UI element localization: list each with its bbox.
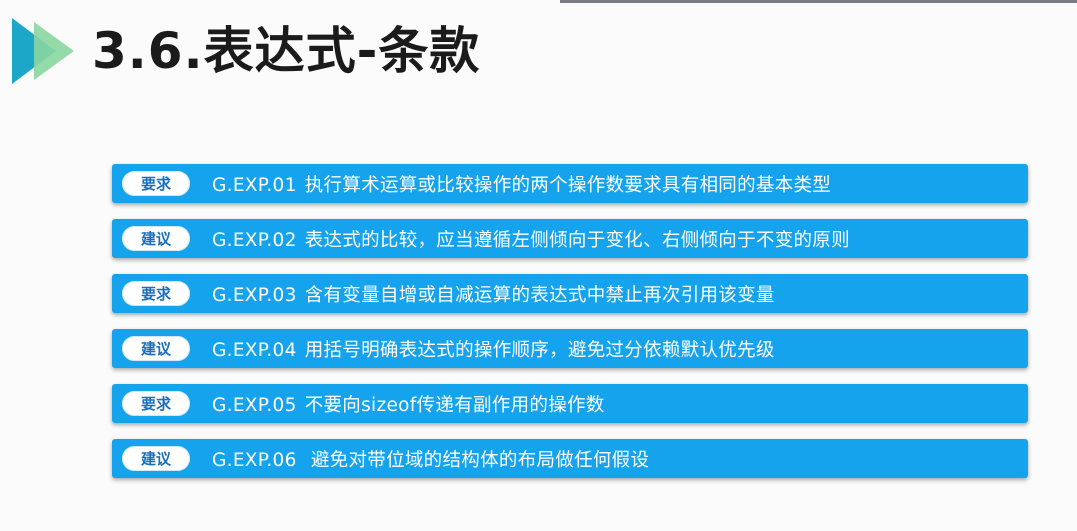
rule-description: 不要向sizeof传递有副作用的操作数 bbox=[304, 394, 605, 416]
rule-code: G.EXP.04 bbox=[212, 339, 297, 361]
rule-badge-suggested: 建议 bbox=[122, 446, 190, 471]
rule-code: G.EXP.06 bbox=[212, 449, 297, 471]
rule-text: G.EXP.06 避免对带位域的结构体的布局做任何假设 bbox=[212, 446, 649, 472]
rule-row-4: 建议 G.EXP.04 用括号明确表达式的操作顺序，避免过分依赖默认优先级 bbox=[112, 329, 1028, 368]
rules-list: 要求 G.EXP.01 执行算术运算或比较操作的两个操作数要求具有相同的基本类型 … bbox=[112, 164, 1028, 478]
rule-text: G.EXP.02 表达式的比较，应当遵循左侧倾向于变化、右侧倾向于不变的原则 bbox=[212, 226, 850, 252]
rule-badge-suggested: 建议 bbox=[122, 336, 190, 361]
rule-text: G.EXP.03 含有变量自增或自减运算的表达式中禁止再次引用该变量 bbox=[212, 281, 775, 307]
page-title: 3.6.表达式-条款 bbox=[92, 22, 481, 80]
top-border-line bbox=[560, 0, 1077, 3]
rule-code: G.EXP.01 bbox=[212, 174, 297, 196]
rule-text: G.EXP.01 执行算术运算或比较操作的两个操作数要求具有相同的基本类型 bbox=[212, 171, 831, 197]
rule-text: G.EXP.04 用括号明确表达式的操作顺序，避免过分依赖默认优先级 bbox=[212, 336, 775, 362]
rule-row-2: 建议 G.EXP.02 表达式的比较，应当遵循左侧倾向于变化、右侧倾向于不变的原则 bbox=[112, 219, 1028, 258]
rule-text: G.EXP.05 不要向sizeof传递有副作用的操作数 bbox=[212, 391, 605, 417]
rule-badge-suggested: 建议 bbox=[122, 226, 190, 251]
rule-code: G.EXP.05 bbox=[212, 394, 297, 416]
slide-header: 3.6.表达式-条款 bbox=[0, 6, 1077, 96]
play-arrow-logo-icon bbox=[12, 18, 74, 84]
rule-code: G.EXP.02 bbox=[212, 229, 297, 251]
rule-description: 避免对带位域的结构体的布局做任何假设 bbox=[304, 449, 650, 471]
rule-description: 含有变量自增或自减运算的表达式中禁止再次引用该变量 bbox=[304, 284, 775, 306]
rule-description: 执行算术运算或比较操作的两个操作数要求具有相同的基本类型 bbox=[304, 174, 832, 196]
rule-row-6: 建议 G.EXP.06 避免对带位域的结构体的布局做任何假设 bbox=[112, 439, 1028, 478]
rule-description: 用括号明确表达式的操作顺序，避免过分依赖默认优先级 bbox=[304, 339, 775, 361]
rule-row-3: 要求 G.EXP.03 含有变量自增或自减运算的表达式中禁止再次引用该变量 bbox=[112, 274, 1028, 313]
rule-code: G.EXP.03 bbox=[212, 284, 297, 306]
rule-badge-required: 要求 bbox=[122, 171, 190, 196]
rule-badge-required: 要求 bbox=[122, 391, 190, 416]
rule-description: 表达式的比较，应当遵循左侧倾向于变化、右侧倾向于不变的原则 bbox=[304, 229, 850, 251]
rule-row-5: 要求 G.EXP.05 不要向sizeof传递有副作用的操作数 bbox=[112, 384, 1028, 423]
rule-badge-required: 要求 bbox=[122, 281, 190, 306]
rule-row-1: 要求 G.EXP.01 执行算术运算或比较操作的两个操作数要求具有相同的基本类型 bbox=[112, 164, 1028, 203]
